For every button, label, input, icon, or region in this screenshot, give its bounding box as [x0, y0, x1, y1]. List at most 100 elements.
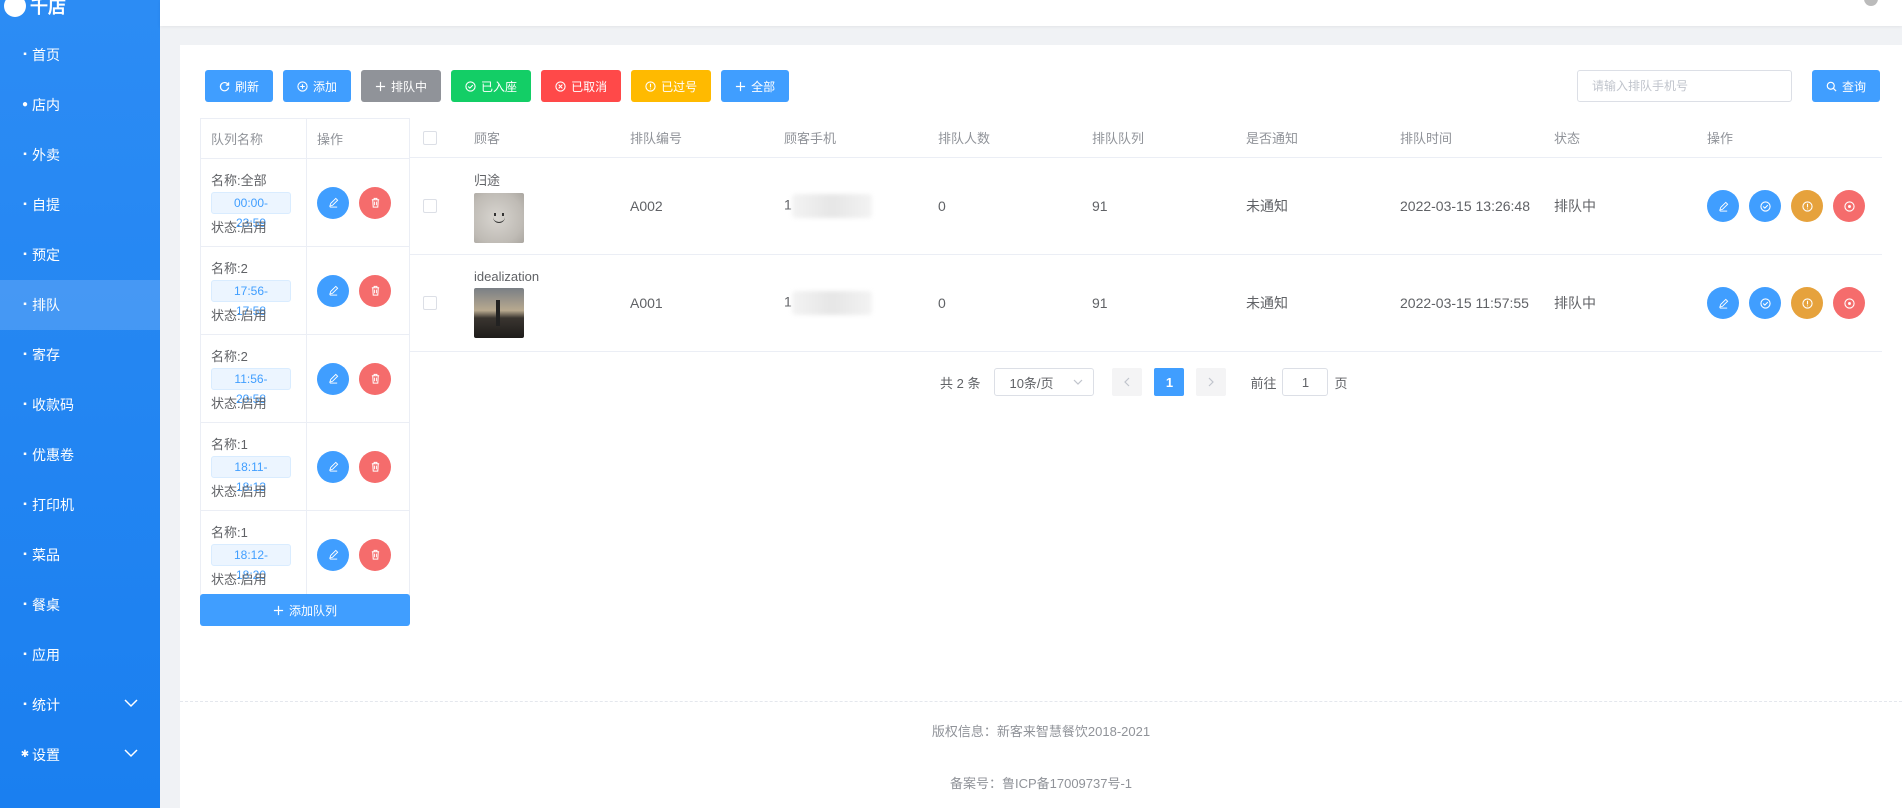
queue-time-tag: 18:11-18:13 — [211, 455, 291, 494]
queue-number: A001 — [630, 295, 663, 311]
sidebar: 千店 ▪ 首页 ● 店内 ▪ 外卖 ▪ 自提 ▪ 预定 ▪ 排队 ▪ 寄存 ▪ 收款码 ▪ 优惠卷… — [0, 0, 160, 808]
edit-queue-button[interactable] — [317, 538, 349, 571]
row-checkbox[interactable] — [423, 296, 437, 310]
footer-divider — [180, 701, 1902, 702]
cancel-record-button[interactable] — [1833, 190, 1865, 222]
avatar[interactable] — [1864, 0, 1878, 6]
home-icon: ▪ — [23, 49, 27, 60]
edit-queue-button[interactable] — [317, 450, 349, 483]
queue-status: 状态:启用 — [211, 219, 267, 235]
pass-record-button[interactable] — [1791, 287, 1823, 319]
sidebar-item-qrcode[interactable]: ▪ 收款码 — [0, 380, 160, 430]
goto-page-input[interactable] — [1282, 368, 1329, 396]
customer-phone: 1 — [774, 291, 928, 315]
seated-filter-button[interactable]: 已入座 — [451, 70, 532, 102]
page-size-select[interactable]: 10条/页 — [994, 368, 1095, 396]
table-icon: ▪ — [23, 599, 27, 610]
queue-name: 名称:1 — [211, 524, 248, 540]
current-page[interactable]: 1 — [1154, 368, 1185, 396]
trash-icon — [371, 461, 379, 472]
chevron-down-icon — [1074, 379, 1083, 385]
delivery-icon: ▪ — [23, 149, 27, 160]
queue-records-table: 顾客 排队编号 顾客手机 排队人数 排队队列 是否通知 排队时间 状态 操作 归… — [410, 118, 1882, 352]
trash-icon — [371, 549, 379, 560]
blurred-phone — [791, 291, 872, 315]
plus-icon — [375, 81, 386, 91]
sidebar-item-dishes[interactable]: ▪ 菜品 — [0, 530, 160, 580]
edit-queue-button[interactable] — [317, 274, 349, 307]
add-queue-button[interactable]: 添加队列 — [200, 594, 410, 626]
sidebar-item-stats[interactable]: ▪ 统计 — [0, 680, 160, 730]
queue-ops-header: 操作 — [317, 132, 344, 147]
queue-table: 队列名称 操作 名称:全部 00:00-23:59 状态:启用 名称:2 17:… — [200, 118, 410, 599]
sidebar-item-queue[interactable]: ▪ 排队 — [0, 280, 160, 330]
edit-icon — [1718, 201, 1728, 212]
delete-queue-button[interactable] — [359, 274, 391, 307]
sidebar-item-printer[interactable]: ▪ 打印机 — [0, 480, 160, 530]
prev-page-button[interactable] — [1112, 368, 1143, 396]
sidebar-item-coupon[interactable]: ▪ 优惠卷 — [0, 430, 160, 480]
queue-status: 状态:启用 — [211, 483, 267, 499]
queue-name-header: 队列名称 — [201, 119, 307, 158]
query-button[interactable]: 查询 — [1811, 70, 1880, 102]
sidebar-item-settings[interactable]: ✱ 设置 — [0, 730, 160, 780]
total-count: 共 2 条 — [940, 375, 981, 391]
next-page-button[interactable] — [1196, 368, 1227, 396]
queue-time: 2022-03-15 13:26:48 — [1400, 198, 1530, 214]
edit-queue-button[interactable] — [317, 186, 349, 219]
edit-record-button[interactable] — [1707, 287, 1739, 319]
queue-time-tag: 11:56-20:58 — [211, 367, 291, 406]
select-all-checkbox[interactable] — [423, 130, 437, 145]
party-size: 0 — [938, 295, 946, 311]
add-button[interactable]: 添加 — [283, 70, 352, 102]
queue-number: A002 — [630, 198, 663, 214]
sidebar-item-tables[interactable]: ▪ 餐桌 — [0, 580, 160, 630]
bag-icon: ▪ — [23, 199, 27, 210]
delete-queue-button[interactable] — [359, 186, 391, 219]
count-header: 排队人数 — [938, 131, 991, 146]
customer-avatar — [474, 192, 524, 243]
ops-header: 操作 — [1707, 131, 1734, 146]
coupon-icon: ▪ — [23, 449, 27, 460]
delete-queue-button[interactable] — [359, 450, 391, 483]
sidebar-item-dinein[interactable]: ● 店内 — [0, 80, 160, 130]
trash-icon — [371, 373, 379, 384]
queue-name: 名称:全部 — [211, 172, 267, 188]
delete-queue-button[interactable] — [359, 538, 391, 571]
close-circle-icon — [1843, 297, 1855, 309]
phone-search-input[interactable] — [1577, 70, 1792, 102]
plus-circle-icon — [297, 80, 308, 92]
pass-record-button[interactable] — [1791, 190, 1823, 222]
queue-row: 名称:2 17:56-17:58 状态:启用 — [201, 247, 409, 335]
sidebar-item-reserve[interactable]: ▪ 预定 — [0, 230, 160, 280]
queue-table-header: 队列名称 操作 — [201, 119, 409, 159]
chevron-down-icon — [124, 749, 138, 758]
goto-label: 前往 — [1250, 375, 1277, 391]
cancelled-filter-button[interactable]: 已取消 — [541, 70, 622, 102]
chevron-right-icon — [1209, 377, 1215, 387]
sidebar-item-delivery[interactable]: ▪ 外卖 — [0, 130, 160, 180]
sidebar-item-pickup[interactable]: ▪ 自提 — [0, 180, 160, 230]
queuing-filter-button[interactable]: 排队中 — [361, 70, 442, 102]
cancel-record-button[interactable] — [1833, 287, 1865, 319]
user-icon: ● — [21, 99, 29, 110]
refresh-button[interactable]: 刷新 — [205, 70, 274, 102]
notify-status: 未通知 — [1246, 198, 1288, 214]
all-filter-button[interactable]: 全部 — [721, 70, 790, 102]
record-status: 排队中 — [1554, 198, 1596, 214]
edit-record-button[interactable] — [1707, 190, 1739, 222]
queue-id: 91 — [1092, 295, 1108, 311]
seat-record-button[interactable] — [1749, 287, 1781, 319]
notify-header: 是否通知 — [1246, 131, 1299, 146]
sidebar-item-home[interactable]: ▪ 首页 — [0, 30, 160, 80]
sidebar-item-apps[interactable]: ▪ 应用 — [0, 630, 160, 680]
edit-queue-button[interactable] — [317, 362, 349, 395]
sidebar-item-storage[interactable]: ▪ 寄存 — [0, 330, 160, 380]
passed-filter-button[interactable]: 已过号 — [631, 70, 712, 102]
page-suffix: 页 — [1334, 375, 1348, 391]
row-checkbox[interactable] — [423, 199, 437, 213]
delete-queue-button[interactable] — [359, 362, 391, 395]
records-table-header: 顾客 排队编号 顾客手机 排队人数 排队队列 是否通知 排队时间 状态 操作 — [410, 118, 1882, 158]
seat-record-button[interactable] — [1749, 190, 1781, 222]
close-circle-icon — [555, 80, 566, 92]
